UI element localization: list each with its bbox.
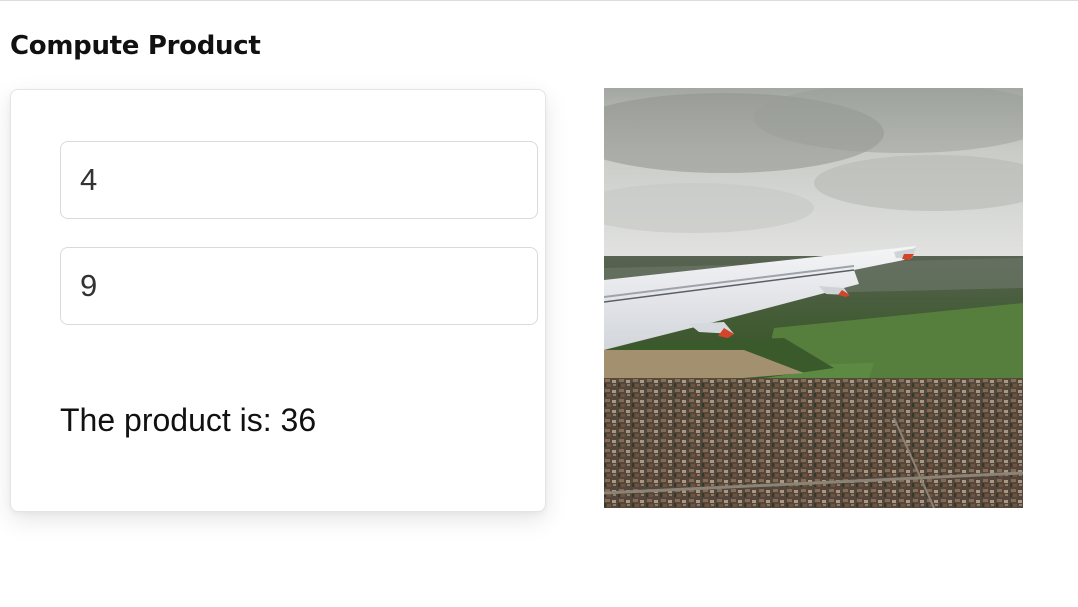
product-form-card: The product is: 36 [10,89,546,512]
top-divider [0,0,1078,1]
page-title: Compute Product [10,31,261,61]
product-result: The product is: 36 [60,401,316,439]
result-label: The product is: [60,402,272,438]
second-number-input[interactable] [60,247,538,325]
result-value: 36 [280,402,317,438]
airplane-window-photo [604,88,1023,508]
first-number-input[interactable] [60,141,538,219]
